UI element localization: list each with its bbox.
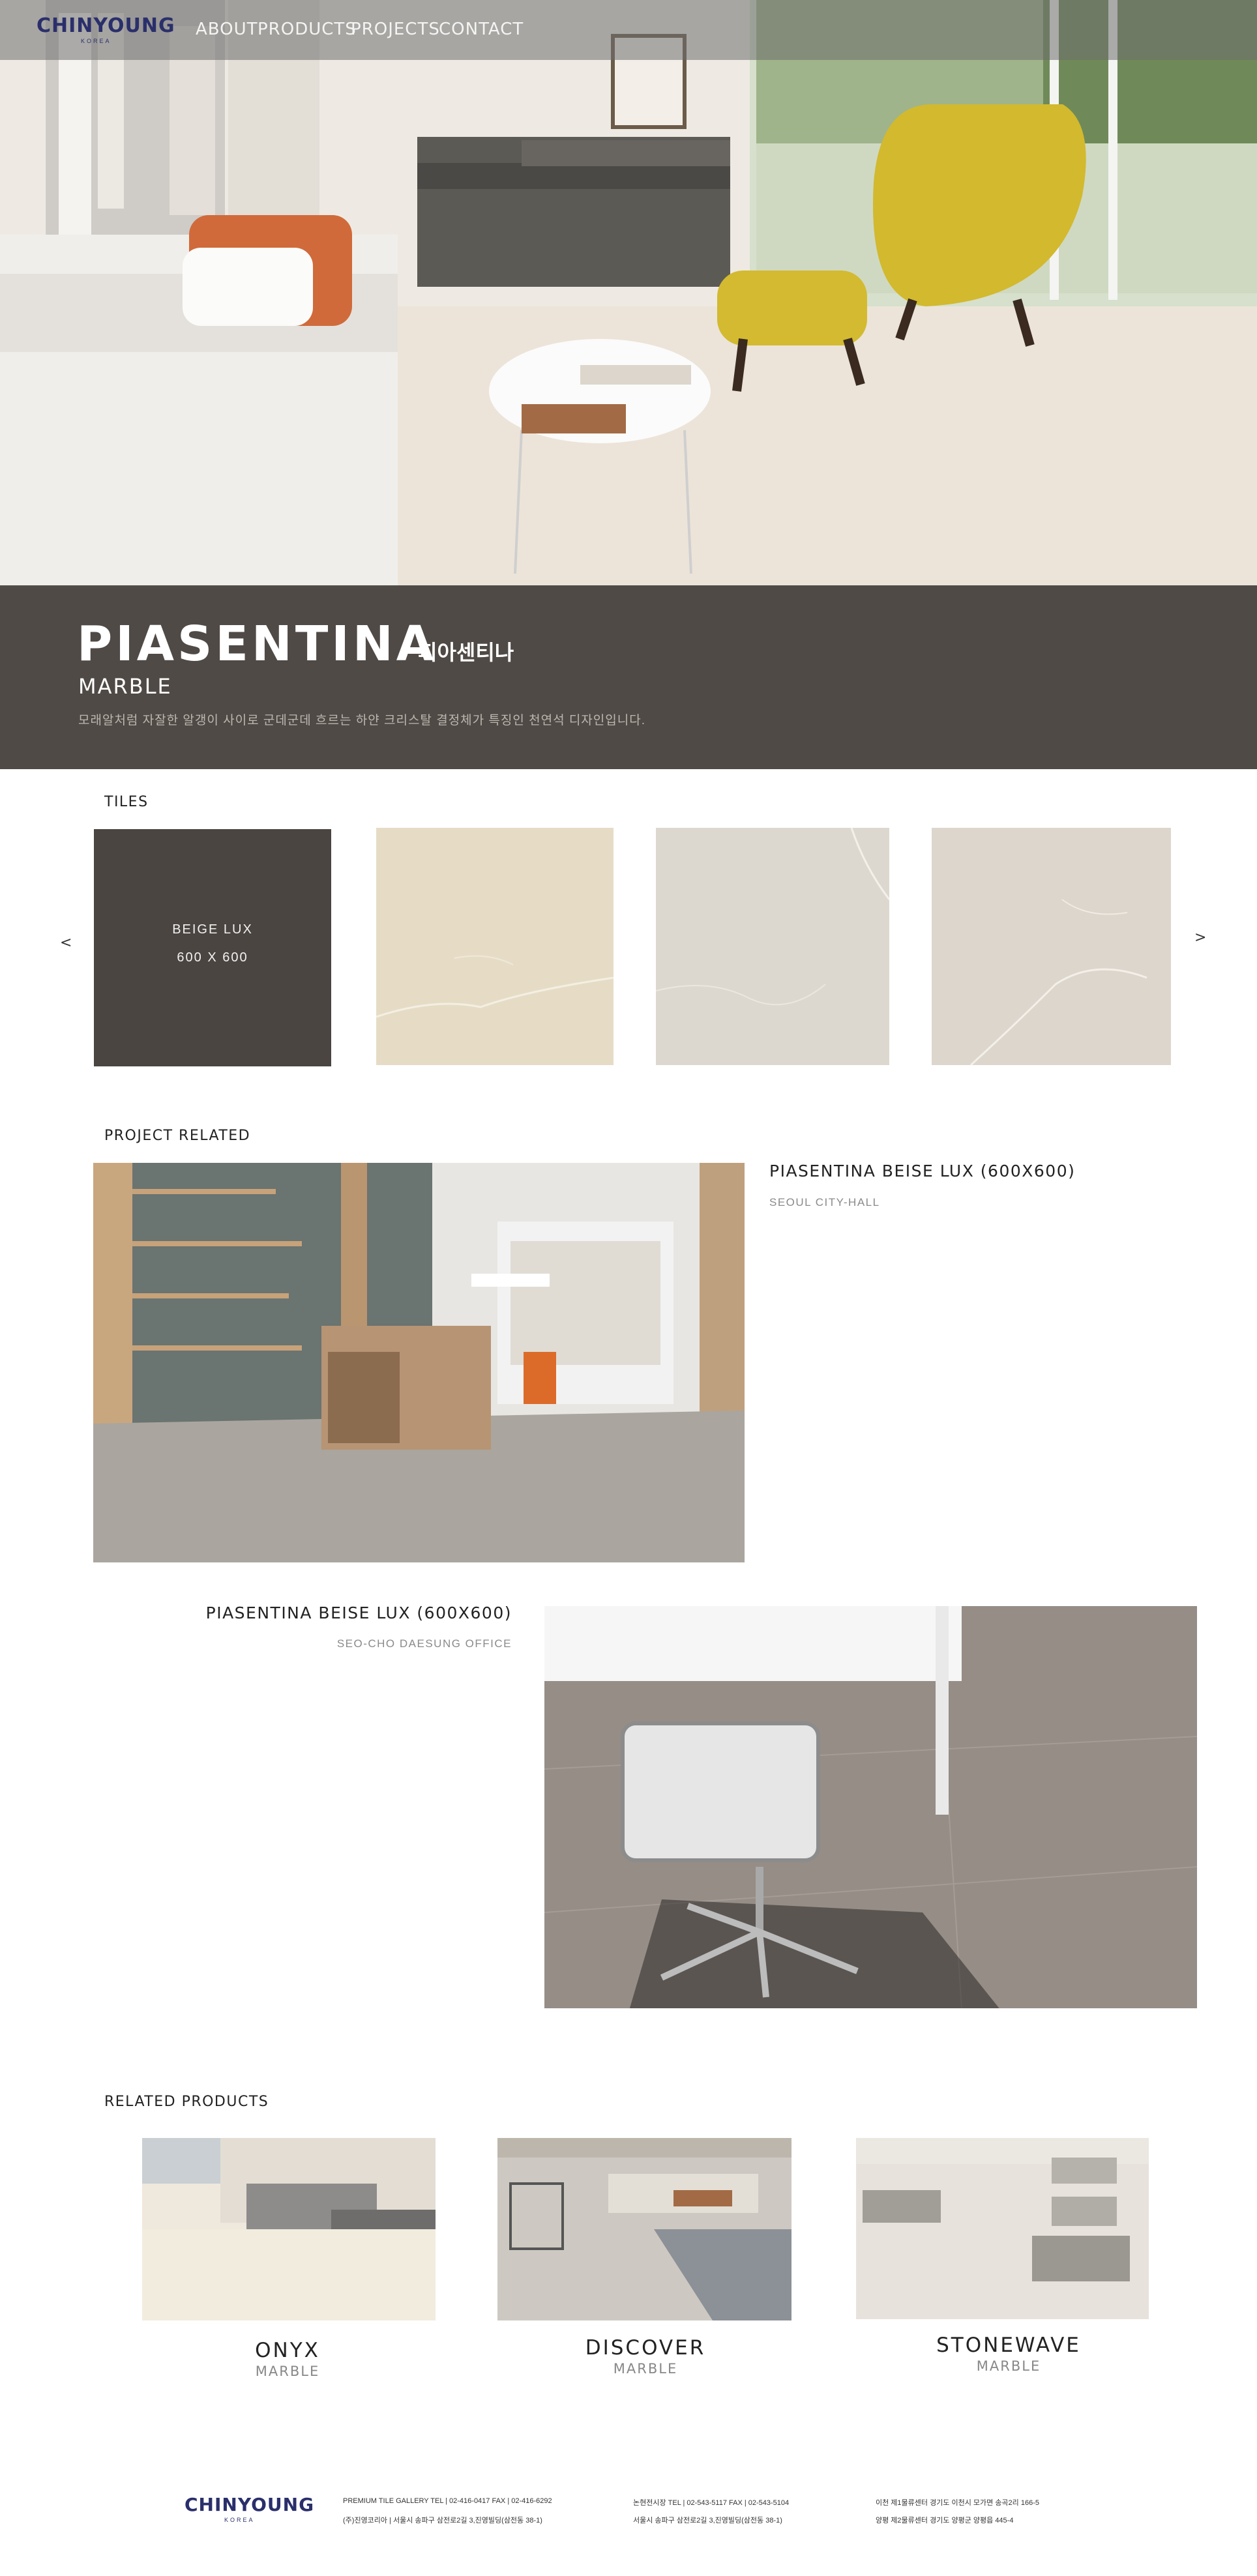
tile-swatch-3[interactable]	[656, 828, 889, 1065]
project-location: SEO-CHO DAESUNG OFFICE	[336, 1637, 512, 1650]
tiles-next-arrow[interactable]: >	[1194, 929, 1206, 946]
projects-heading: PROJECT RELATED	[104, 1128, 251, 1144]
brand-logo[interactable]: CHINYOUNG	[37, 14, 175, 37]
footer-logistics-1: 이천 제1물류센터 경기도 이천시 모가면 송곡2리 166-5	[876, 2499, 1039, 2507]
project-image-2[interactable]	[544, 1606, 1197, 2008]
tile-swatch-2[interactable]	[376, 828, 614, 1065]
hero-banner	[0, 585, 1257, 769]
nav-item-contact[interactable]: CONTACT	[439, 20, 524, 39]
related-image-discover[interactable]	[497, 2138, 791, 2320]
related-image-onyx[interactable]	[142, 2138, 436, 2320]
project-title: PIASENTINA BEISE LUX (600X600)	[769, 1162, 1076, 1180]
brand-logo-sub: KOREA	[81, 38, 111, 44]
related-product-category: MARBLE	[255, 2364, 320, 2379]
project-location: SEOUL CITY-HALL	[769, 1196, 880, 1208]
hero-description: 모래알처럼 자잘한 알갱이 사이로 군데군데 흐르는 하얀 크리스탈 결정체가 …	[78, 714, 645, 727]
top-navbar	[0, 0, 1257, 60]
footer-gallery-contact: PREMIUM TILE GALLERY TEL | 02-416-0417 F…	[343, 2497, 552, 2505]
nav-item-about[interactable]: ABOUT	[196, 20, 258, 39]
footer-logistics-2: 양평 제2물류센터 경기도 양평군 양평읍 445-4	[876, 2517, 1014, 2525]
tile-size: 600 X 600	[177, 950, 248, 965]
related-image-stonewave[interactable]	[856, 2138, 1149, 2319]
related-product-name[interactable]: DISCOVER	[509, 2336, 782, 2360]
related-product-name[interactable]: ONYX	[151, 2339, 424, 2362]
tiles-prev-arrow[interactable]: <	[60, 935, 72, 951]
tile-swatch-beige-lux[interactable]	[94, 829, 331, 1066]
footer-logo[interactable]: CHINYOUNG	[185, 2494, 314, 2515]
related-product-category: MARBLE	[976, 2358, 1041, 2374]
related-heading: RELATED PRODUCTS	[104, 2094, 269, 2110]
project-image-1[interactable]	[93, 1163, 745, 1562]
hero-category: MARBLE	[78, 674, 172, 699]
related-product-category: MARBLE	[613, 2361, 678, 2377]
nav-item-products[interactable]: PRODUCTS	[258, 20, 357, 39]
footer-showroom-contact: 논현전시장 TEL | 02-543-5117 FAX | 02-543-510…	[633, 2499, 790, 2507]
tile-name: BEIGE LUX	[172, 922, 253, 937]
hero-title-korean: 피아센티나	[418, 641, 514, 664]
footer-showroom-address: 서울시 송파구 삼전로2길 3,진영빌딩(삼전동 38-1)	[633, 2517, 782, 2525]
related-product-name[interactable]: STONEWAVE	[872, 2334, 1146, 2357]
footer-gallery-address: (주)진영코리아 | 서울시 송파구 삼전로2길 3,진영빌딩(삼전동 38-1…	[343, 2517, 542, 2525]
nav-item-projects[interactable]: PROJECTS	[351, 20, 440, 39]
tiles-heading: TILES	[104, 794, 149, 810]
tile-swatch-4[interactable]	[932, 828, 1171, 1065]
project-title: PIASENTINA BEISE LUX (600X600)	[205, 1603, 512, 1622]
hero-title: PIASENTINA	[77, 616, 437, 672]
footer-logo-sub: KOREA	[224, 2517, 255, 2523]
